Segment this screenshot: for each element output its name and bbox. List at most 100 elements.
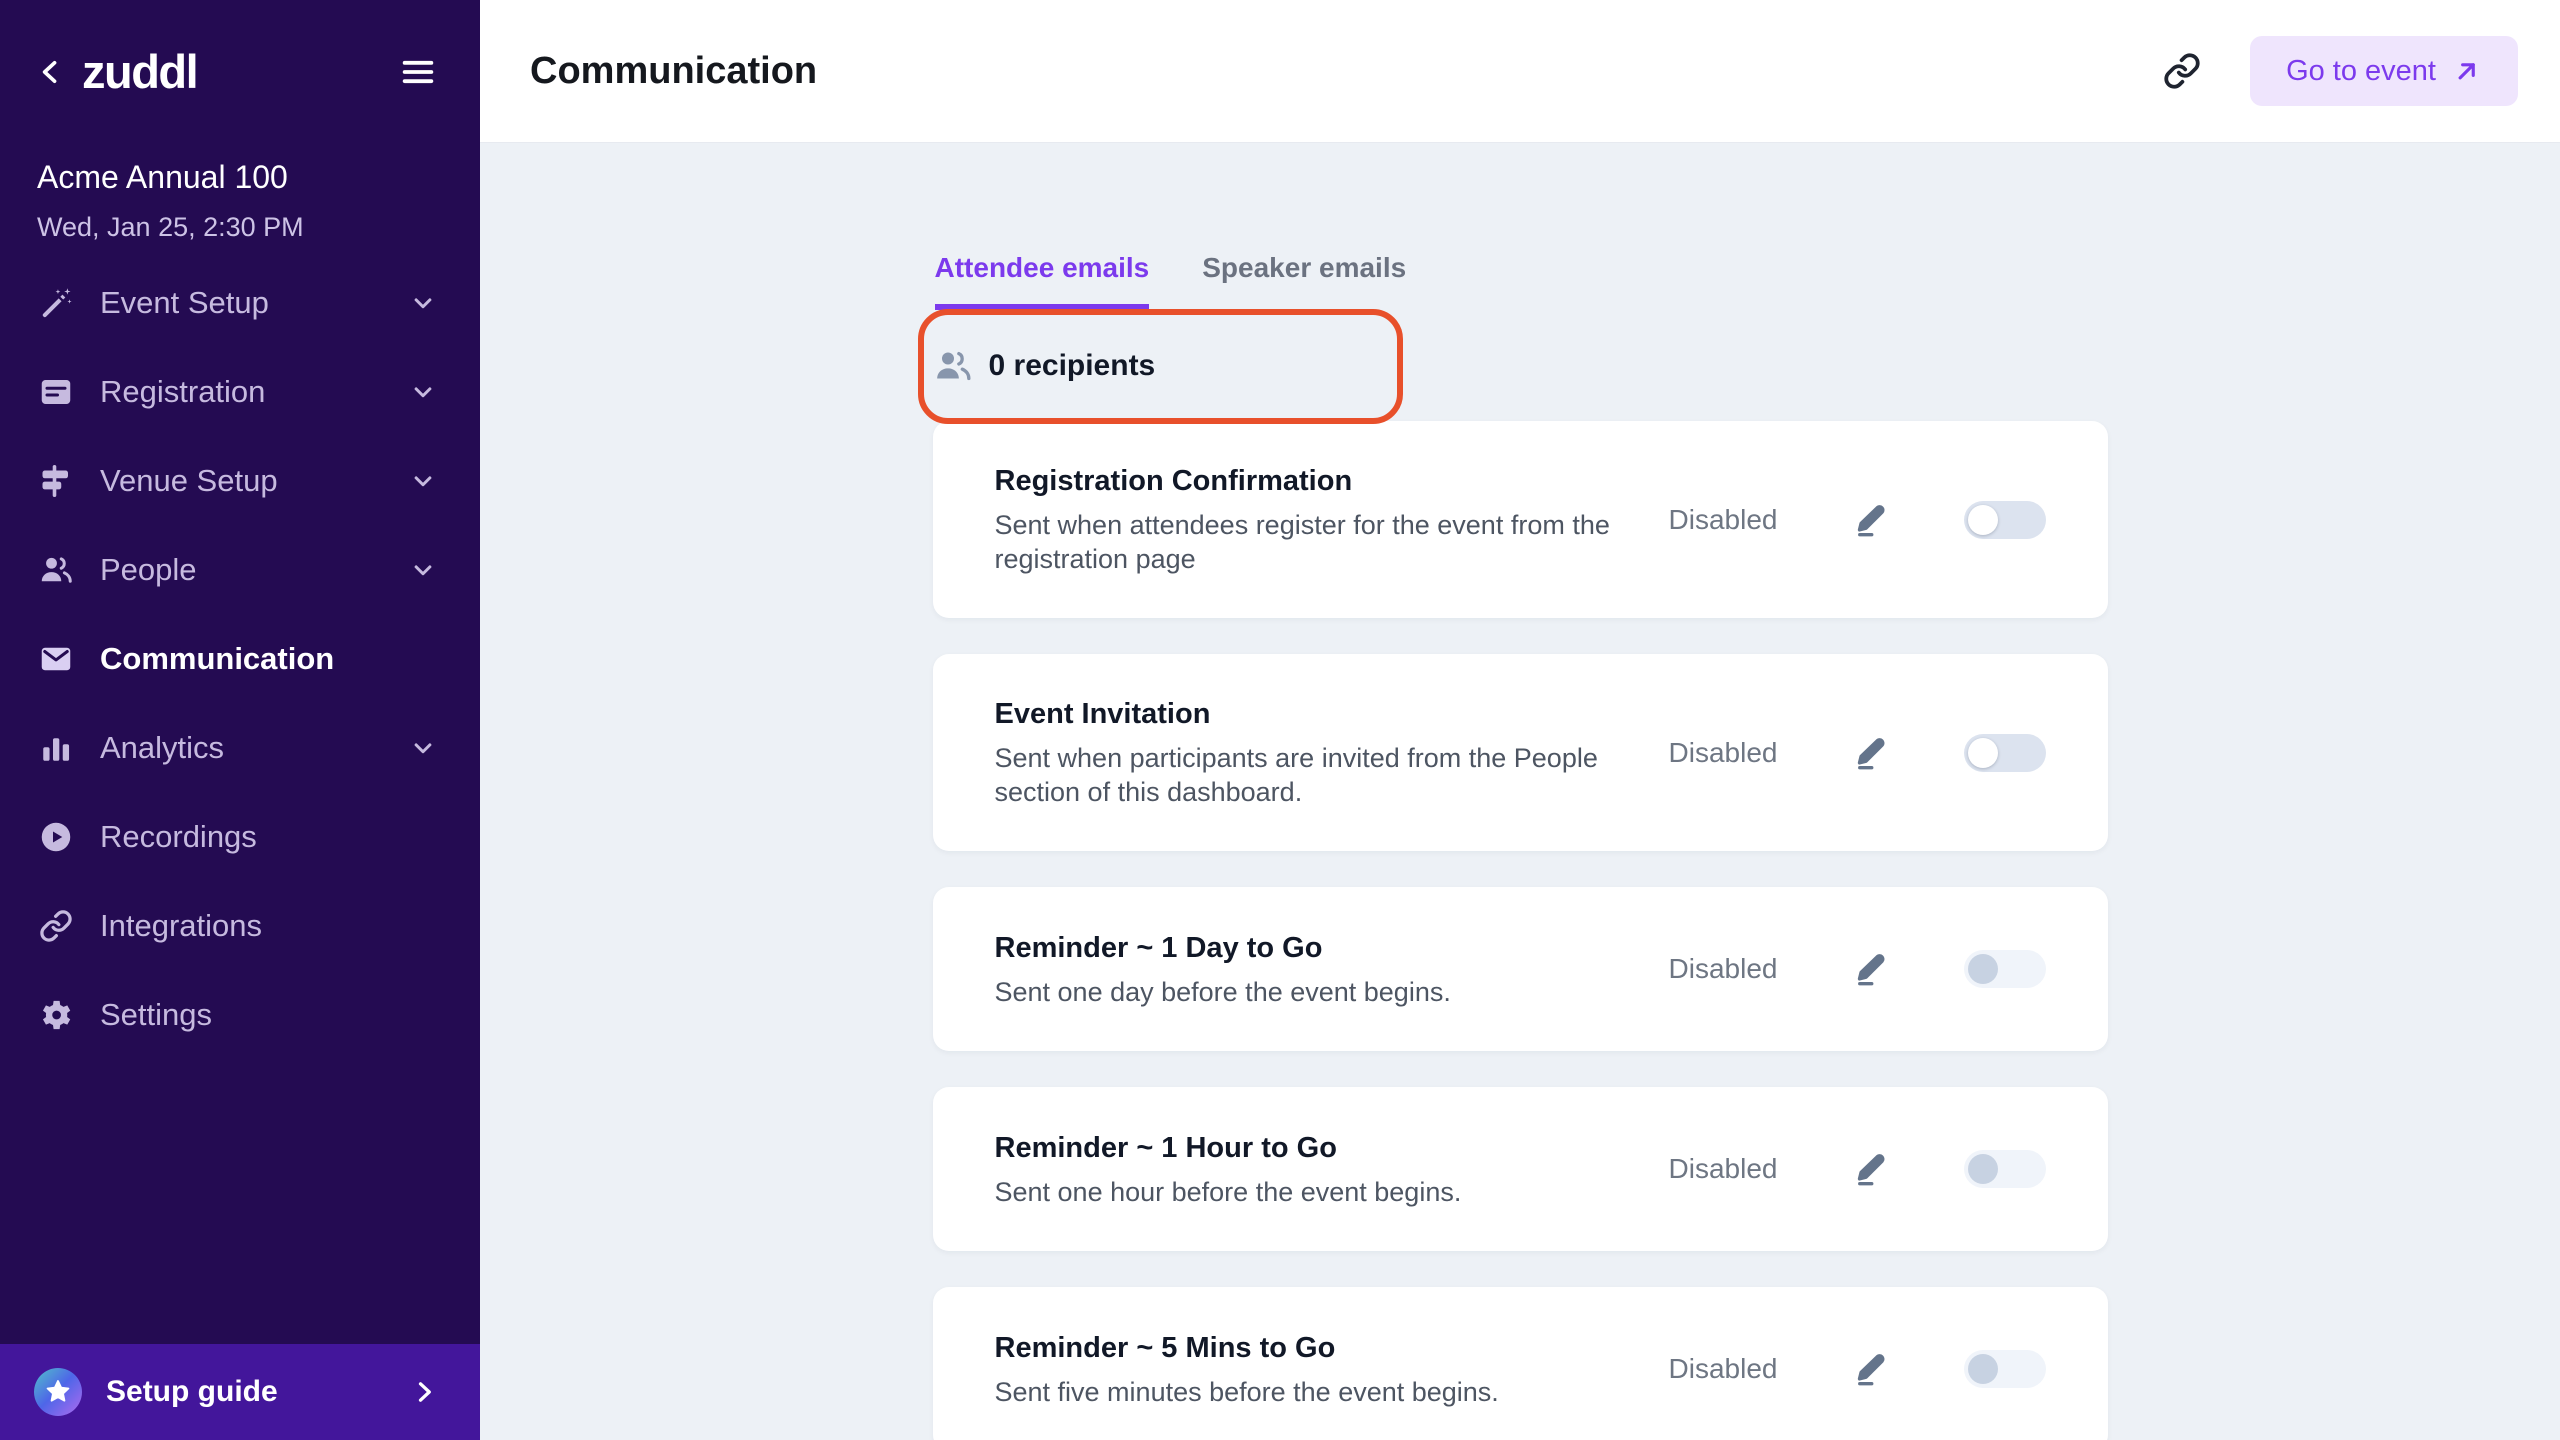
edit-pencil-icon[interactable]: [1853, 951, 1889, 987]
email-card-text: Reminder ~ 5 Mins to Go Sent five minute…: [995, 1330, 1669, 1409]
sidebar-item-label: Registration: [100, 374, 265, 410]
zuddl-logo: zuddl: [82, 44, 197, 99]
tab-attendee-emails[interactable]: Attendee emails: [935, 252, 1150, 310]
app-window: zuddl Acme Annual 100 Wed, Jan 25, 2:30 …: [0, 0, 2560, 1440]
recipients-count: 0 recipients: [989, 349, 1156, 383]
sidebar-item-communication[interactable]: Communication: [0, 614, 480, 703]
sidebar-item-label: Recordings: [100, 819, 257, 855]
email-card-reminder-1-hour: Reminder ~ 1 Hour to Go Sent one hour be…: [933, 1087, 2108, 1251]
recipients-summary: 0 recipients: [933, 346, 2108, 386]
email-toggle[interactable]: [1964, 1350, 2046, 1388]
content-column: Attendee emails Speaker emails 0 recipie…: [933, 252, 2108, 1440]
collapse-back-icon[interactable]: [34, 55, 68, 89]
email-controls: Disabled: [1669, 501, 2046, 539]
content-area: Attendee emails Speaker emails 0 recipie…: [480, 143, 2560, 1440]
email-card-text: Event Invitation Sent when participants …: [995, 696, 1669, 809]
sidebar-item-integrations[interactable]: Integrations: [0, 881, 480, 970]
main-area: Communication Go to event Attendee email…: [480, 0, 2560, 1440]
star-badge: [34, 1368, 82, 1416]
go-to-event-button[interactable]: Go to event: [2250, 36, 2518, 106]
sidebar-item-label: Integrations: [100, 908, 262, 944]
email-list: Registration Confirmation Sent when atte…: [933, 421, 2108, 1440]
event-name: Acme Annual 100: [37, 157, 438, 197]
email-controls: Disabled: [1669, 1150, 2046, 1188]
status-label: Disabled: [1669, 504, 1778, 536]
email-card-text: Registration Confirmation Sent when atte…: [995, 463, 1669, 576]
toggle-knob: [1968, 505, 1998, 535]
menu-hamburger-icon[interactable]: [398, 52, 438, 92]
sidebar-item-recordings[interactable]: Recordings: [0, 792, 480, 881]
toggle-knob: [1968, 1154, 1998, 1184]
email-card-reminder-5-mins: Reminder ~ 5 Mins to Go Sent five minute…: [933, 1287, 2108, 1440]
toggle-knob: [1968, 954, 1998, 984]
email-controls: Disabled: [1669, 1350, 2046, 1388]
email-description: Sent five minutes before the event begin…: [995, 1375, 1615, 1409]
sidebar: zuddl Acme Annual 100 Wed, Jan 25, 2:30 …: [0, 0, 480, 1440]
tab-speaker-emails[interactable]: Speaker emails: [1202, 252, 1406, 310]
email-card-reminder-1-day: Reminder ~ 1 Day to Go Sent one day befo…: [933, 887, 2108, 1051]
sidebar-item-label: Event Setup: [100, 285, 269, 321]
email-card-text: Reminder ~ 1 Day to Go Sent one day befo…: [995, 930, 1669, 1009]
chevron-down-icon: [408, 288, 438, 318]
email-title: Registration Confirmation: [995, 463, 1669, 499]
edit-pencil-icon[interactable]: [1853, 1151, 1889, 1187]
status-label: Disabled: [1669, 737, 1778, 769]
email-controls: Disabled: [1669, 734, 2046, 772]
sidebar-item-label: Settings: [100, 997, 212, 1033]
status-label: Disabled: [1669, 1353, 1778, 1385]
sidebar-item-analytics[interactable]: Analytics: [0, 703, 480, 792]
email-title: Reminder ~ 5 Mins to Go: [995, 1330, 1669, 1366]
signpost-icon: [37, 462, 75, 500]
email-tabs: Attendee emails Speaker emails: [935, 252, 2108, 310]
play-icon: [37, 818, 75, 856]
copy-link-icon[interactable]: [2162, 51, 2202, 91]
event-info: Acme Annual 100 Wed, Jan 25, 2:30 PM: [0, 99, 480, 244]
email-card-registration-confirmation: Registration Confirmation Sent when atte…: [933, 421, 2108, 618]
email-description: Sent one hour before the event begins.: [995, 1175, 1615, 1209]
edit-pencil-icon[interactable]: [1853, 1351, 1889, 1387]
email-toggle[interactable]: [1964, 950, 2046, 988]
people-icon: [37, 551, 75, 589]
status-label: Disabled: [1669, 1153, 1778, 1185]
email-description: Sent one day before the event begins.: [995, 975, 1615, 1009]
email-description: Sent when attendees register for the eve…: [995, 508, 1615, 576]
email-toggle[interactable]: [1964, 501, 2046, 539]
sidebar-item-event-setup[interactable]: Event Setup: [0, 258, 480, 347]
wand-icon: [37, 284, 75, 322]
email-toggle[interactable]: [1964, 734, 2046, 772]
chevron-down-icon: [408, 377, 438, 407]
toggle-knob: [1968, 738, 1998, 768]
sidebar-item-label: People: [100, 552, 197, 588]
sidebar-item-settings[interactable]: Settings: [0, 970, 480, 1059]
setup-guide-label: Setup guide: [106, 1375, 278, 1409]
link-icon: [37, 907, 75, 945]
edit-pencil-icon[interactable]: [1853, 735, 1889, 771]
external-arrow-icon: [2452, 56, 2482, 86]
page-header: Communication Go to event: [480, 0, 2560, 143]
users-icon: [933, 346, 973, 386]
sidebar-item-label: Venue Setup: [100, 463, 278, 499]
email-card-text: Reminder ~ 1 Hour to Go Sent one hour be…: [995, 1130, 1669, 1209]
setup-guide-button[interactable]: Setup guide: [0, 1344, 480, 1440]
sidebar-item-registration[interactable]: Registration: [0, 347, 480, 436]
email-toggle[interactable]: [1964, 1150, 2046, 1188]
sidebar-header: zuddl: [0, 0, 480, 99]
status-label: Disabled: [1669, 953, 1778, 985]
sidebar-spacer: [0, 1059, 480, 1344]
sidebar-nav: Event Setup Registration Venue Setup: [0, 258, 480, 1059]
envelope-icon: [37, 640, 75, 678]
event-datetime: Wed, Jan 25, 2:30 PM: [37, 210, 438, 244]
email-title: Reminder ~ 1 Day to Go: [995, 930, 1669, 966]
email-description: Sent when participants are invited from …: [995, 741, 1615, 809]
header-actions: Go to event: [2162, 36, 2518, 106]
sidebar-item-label: Analytics: [100, 730, 224, 766]
sidebar-item-people[interactable]: People: [0, 525, 480, 614]
sidebar-item-venue-setup[interactable]: Venue Setup: [0, 436, 480, 525]
form-icon: [37, 373, 75, 411]
bar-chart-icon: [37, 729, 75, 767]
go-to-event-label: Go to event: [2286, 55, 2436, 88]
chevron-right-icon: [410, 1378, 438, 1406]
edit-pencil-icon[interactable]: [1853, 502, 1889, 538]
chevron-down-icon: [408, 555, 438, 585]
page-title: Communication: [530, 50, 817, 93]
